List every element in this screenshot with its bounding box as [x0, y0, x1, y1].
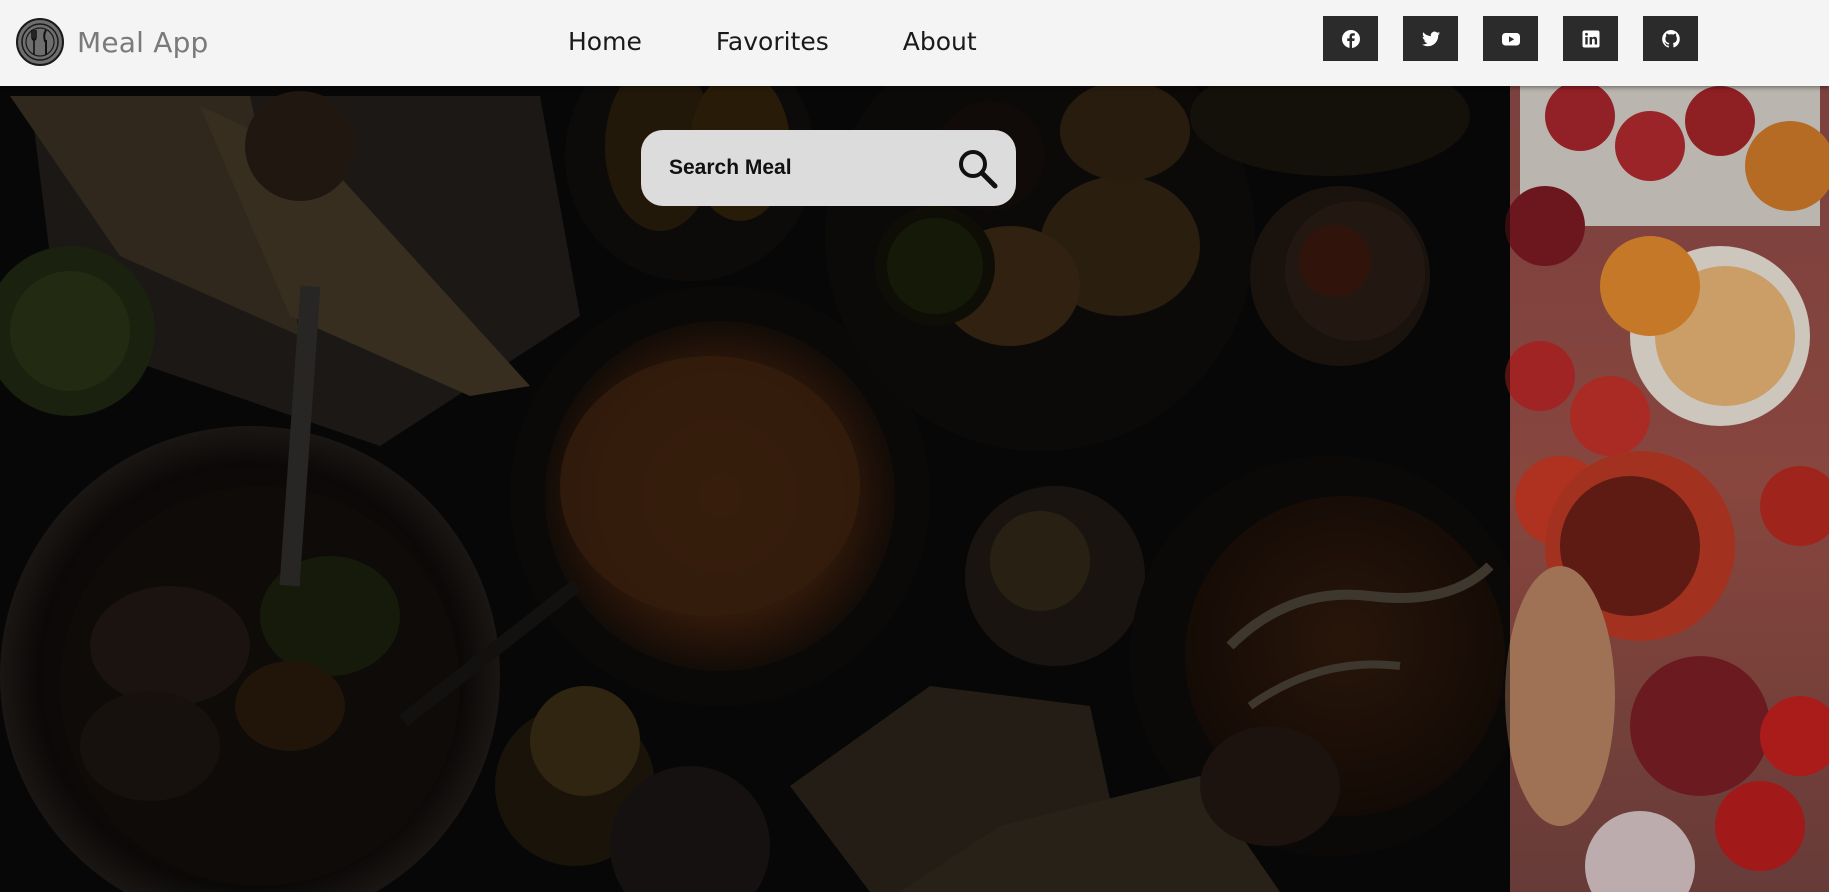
search-icon [959, 150, 998, 189]
brand[interactable]: Meal App [13, 17, 209, 67]
youtube-button[interactable] [1483, 16, 1538, 61]
twitter-icon [1421, 31, 1440, 46]
twitter-button[interactable] [1403, 16, 1458, 61]
github-icon [1661, 29, 1680, 48]
main-nav: Home Favorites About [568, 0, 1051, 82]
navbar: Meal App Home Favorites About [0, 0, 1829, 86]
fork-knife-plate-icon [16, 18, 64, 66]
brand-name: Meal App [77, 25, 209, 59]
nav-about[interactable]: About [903, 27, 977, 56]
youtube-icon [1501, 32, 1520, 45]
social-links [1323, 16, 1723, 61]
nav-favorites[interactable]: Favorites [716, 27, 829, 56]
search-bar [641, 130, 1016, 206]
hero-section [0, 86, 1829, 892]
github-button[interactable] [1643, 16, 1698, 61]
nav-home[interactable]: Home [568, 27, 642, 56]
search-button[interactable] [957, 148, 999, 190]
linkedin-icon [1582, 30, 1599, 47]
facebook-button[interactable] [1323, 16, 1378, 61]
facebook-icon [1341, 29, 1360, 48]
linkedin-button[interactable] [1563, 16, 1618, 61]
food-background-image [0, 86, 1829, 892]
search-input[interactable] [669, 148, 939, 188]
